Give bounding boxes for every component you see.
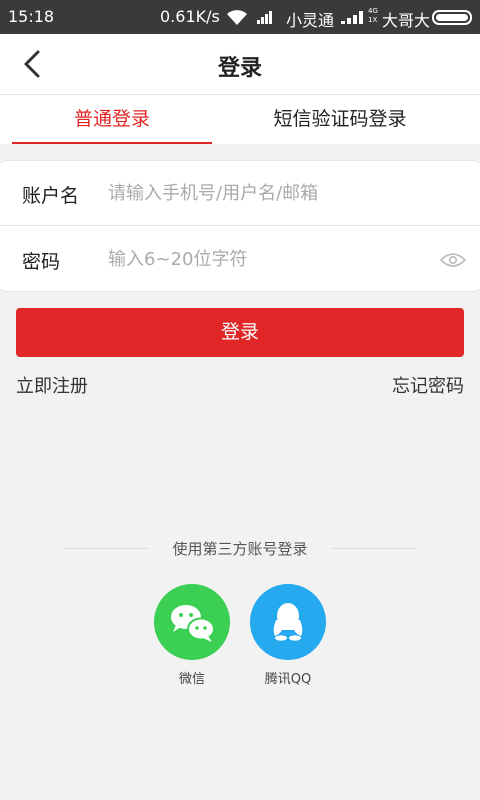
tab-sms-login[interactable]: 短信验证码登录 [240,95,440,143]
signal-icon [257,11,272,24]
eye-icon[interactable] [440,251,466,269]
status-time: 15:18 [8,7,55,26]
password-input[interactable] [108,241,428,277]
forgot-password-link[interactable]: 忘记密码 [392,372,464,398]
login-button[interactable]: 登录 [16,308,464,357]
status-bar: 15:18 0.61K/s 小灵通 4G 1X 大哥大 [0,0,480,34]
wechat-icon [171,605,215,642]
nav-bar: 登录 [0,34,480,94]
divider-right [332,548,416,549]
login-form: 账户名 密码 [0,160,480,292]
account-row: 账户名 [0,161,480,226]
register-link[interactable]: 立即注册 [16,372,88,398]
signal-icon [341,11,363,24]
wifi-icon [227,10,247,25]
carrier-1: 小灵通 [286,11,335,30]
qq-label: 腾讯QQ [264,672,312,687]
carrier-2: 大哥大 [382,11,431,30]
battery-icon [432,10,472,25]
network-type: 4G 1X [368,7,378,24]
page-title: 登录 [217,56,262,81]
qq-login-button[interactable] [250,584,326,660]
password-row: 密码 [0,227,480,292]
account-label: 账户名 [22,185,80,207]
password-label: 密码 [22,251,61,273]
wechat-label: 微信 [178,672,205,687]
qq-icon [273,603,303,641]
wechat-login-button[interactable] [154,584,230,660]
active-tab-indicator [12,142,212,144]
login-tabs: 普通登录 短信验证码登录 [0,94,480,144]
account-input[interactable] [108,175,428,211]
network-speed: 0.61K/s [160,7,220,26]
tab-normal-login[interactable]: 普通登录 [12,95,212,143]
